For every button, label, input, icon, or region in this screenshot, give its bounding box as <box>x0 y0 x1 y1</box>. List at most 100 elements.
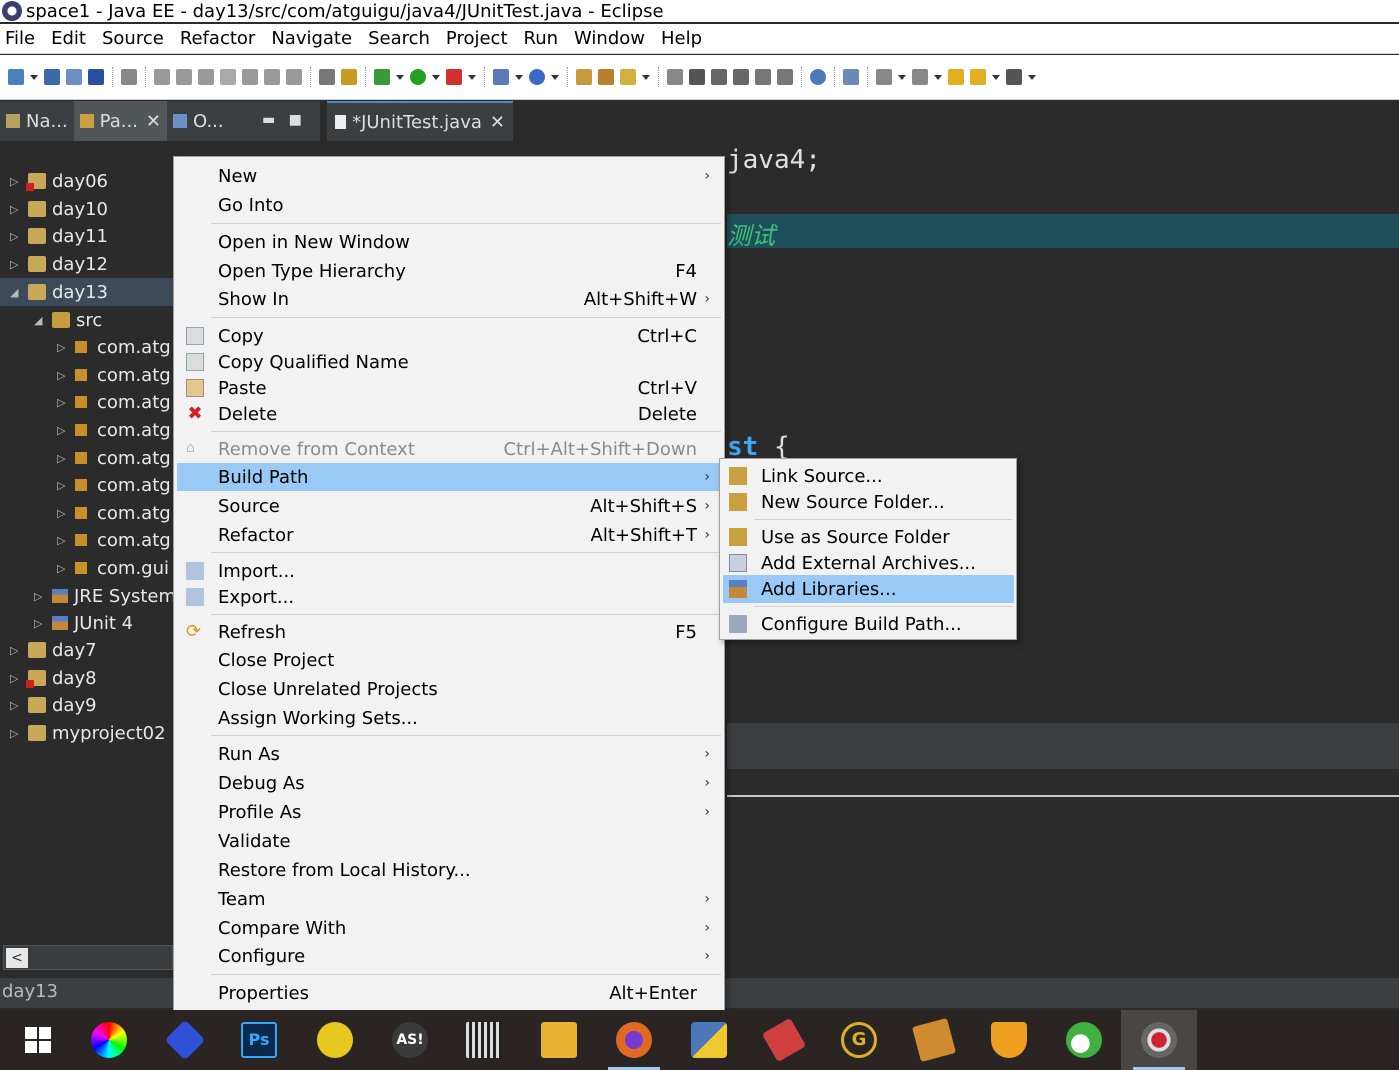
terminate-icon[interactable] <box>198 69 214 85</box>
expand-arrow-icon[interactable]: ▷ <box>57 452 67 465</box>
taskbar-app-g[interactable]: G <box>821 1010 897 1070</box>
tree-item-myproject02[interactable]: ▷ myproject02 <box>10 720 166 746</box>
menu-item-source[interactable]: Source Alt+Shift+S › <box>177 492 721 520</box>
taskbar-app-yellow-leaf[interactable] <box>297 1010 373 1070</box>
previous-annotation-icon[interactable] <box>912 69 928 85</box>
collapse-arrow-icon[interactable]: ◢ <box>10 286 20 299</box>
debug-icon[interactable] <box>374 69 390 85</box>
menu-item-compare-with[interactable]: Compare With › <box>177 914 721 942</box>
drop-frame-icon[interactable] <box>341 69 357 85</box>
taskbar-app-blue-cube[interactable] <box>147 1010 223 1070</box>
editor-tab-junittest[interactable]: *JUnitTest.java ✕ <box>327 101 513 141</box>
annotation-icon[interactable] <box>667 69 683 85</box>
expand-arrow-icon[interactable]: ▷ <box>34 590 44 603</box>
tab-navigator[interactable]: Na... <box>0 101 74 141</box>
menu-item-configure-build-path[interactable]: Configure Build Path... <box>723 610 1014 638</box>
tree-item-package[interactable]: ▷ com.atg <box>57 527 171 553</box>
expand-arrow-icon[interactable]: ▷ <box>10 258 20 271</box>
menu-item-refresh[interactable]: ⟳ Refresh F5 <box>177 618 721 646</box>
open-task-icon[interactable] <box>598 69 614 85</box>
new-server-dropdown-icon[interactable] <box>515 74 523 80</box>
menu-file[interactable]: File <box>5 28 43 49</box>
tree-item-day9[interactable]: ▷ day9 <box>10 692 97 718</box>
expand-arrow-icon[interactable]: ▷ <box>57 507 67 520</box>
taskbar-app-eraser[interactable] <box>746 1010 822 1070</box>
menu-refactor[interactable]: Refactor <box>180 28 264 49</box>
menu-item-debug-as[interactable]: Debug As › <box>177 769 721 797</box>
menu-item-add-external-archives[interactable]: Add External Archives... <box>723 549 1014 577</box>
expand-arrow-icon[interactable]: ▷ <box>34 617 44 630</box>
new-dropdown-icon[interactable] <box>30 74 38 80</box>
run-icon[interactable] <box>410 69 426 85</box>
tab-outline[interactable]: O... <box>167 101 230 141</box>
menu-item-add-libraries[interactable]: Add Libraries... <box>723 575 1014 603</box>
menu-run[interactable]: Run <box>524 28 567 49</box>
menu-item-new-source-folder[interactable]: New Source Folder... <box>723 488 1014 516</box>
menu-item-new[interactable]: New › <box>177 162 721 190</box>
expand-arrow-icon[interactable]: ▷ <box>10 175 20 188</box>
tree-item-day06[interactable]: ▷ day06 <box>10 168 108 194</box>
menu-item-go-into[interactable]: Go Into <box>177 191 721 219</box>
code-line-package[interactable]: java4; <box>727 145 821 175</box>
tree-item-day11[interactable]: ▷ day11 <box>10 223 108 249</box>
expand-arrow-icon[interactable]: ▷ <box>10 672 20 685</box>
menu-item-validate[interactable]: Validate <box>177 827 721 855</box>
console-icon[interactable] <box>88 69 104 85</box>
next-annotation-dropdown-icon[interactable] <box>898 74 906 80</box>
debug-dropdown-icon[interactable] <box>396 74 404 80</box>
tree-item-package[interactable]: ▷ com.gui <box>57 555 169 581</box>
tree-item-package[interactable]: ▷ com.atg <box>57 445 171 471</box>
expand-arrow-icon[interactable]: ▷ <box>10 203 20 216</box>
menu-item-import[interactable]: Import... <box>177 557 721 585</box>
back-dropdown-icon[interactable] <box>992 74 1000 80</box>
expand-arrow-icon[interactable]: ▷ <box>57 424 67 437</box>
menu-item-assign-working-sets[interactable]: Assign Working Sets... <box>177 704 721 732</box>
word-wrap-icon[interactable] <box>777 69 793 85</box>
use-step-filters-icon[interactable] <box>319 69 335 85</box>
tree-item-day7[interactable]: ▷ day7 <box>10 637 97 663</box>
expand-arrow-icon[interactable]: ▷ <box>57 341 67 354</box>
taskbar-app-photoshop[interactable]: Ps <box>221 1010 297 1070</box>
tree-item-package[interactable]: ▷ com.atg <box>57 389 171 415</box>
start-button[interactable] <box>0 1010 76 1070</box>
external-tools-icon[interactable] <box>446 69 462 85</box>
menu-item-link-source[interactable]: Link Source... <box>723 462 1014 490</box>
show-whitespace-icon[interactable] <box>733 69 749 85</box>
perspective-icon[interactable] <box>843 69 859 85</box>
external-tools-dropdown-icon[interactable] <box>468 74 476 80</box>
tree-item-junit4[interactable]: ▷ JUnit 4 <box>34 610 133 636</box>
taskbar-app-eclipse-javaee[interactable] <box>1121 1010 1197 1070</box>
back-arrow-icon[interactable] <box>970 69 986 85</box>
scroll-left-icon[interactable]: < <box>6 948 28 968</box>
expand-arrow-icon[interactable]: ▷ <box>57 534 67 547</box>
menu-item-copy[interactable]: Copy Ctrl+C <box>177 322 721 350</box>
menu-item-export[interactable]: Export... <box>177 583 721 611</box>
block-selection-icon[interactable] <box>755 69 771 85</box>
expand-arrow-icon[interactable]: ▷ <box>10 699 20 712</box>
code-comment[interactable]: 测试 <box>727 216 775 251</box>
new-java-class-icon[interactable] <box>529 69 545 85</box>
toggle-mark-icon[interactable] <box>711 69 727 85</box>
close-icon[interactable]: ✕ <box>490 112 505 133</box>
save-icon[interactable] <box>44 69 60 85</box>
forward-arrow-icon[interactable] <box>1006 69 1022 85</box>
menu-item-open-type-hierarchy[interactable]: Open Type Hierarchy F4 <box>177 257 721 285</box>
menu-item-paste[interactable]: Paste Ctrl+V <box>177 374 721 402</box>
menu-source[interactable]: Source <box>102 28 172 49</box>
next-annotation-icon[interactable] <box>876 69 892 85</box>
expand-arrow-icon[interactable]: ▷ <box>57 479 67 492</box>
menu-item-use-as-source-folder[interactable]: Use as Source Folder <box>723 523 1014 551</box>
suspend-icon[interactable] <box>176 69 192 85</box>
maximize-icon[interactable]: ■ <box>289 112 302 128</box>
forward-dropdown-icon[interactable] <box>1028 74 1036 80</box>
pen-icon[interactable] <box>689 69 705 85</box>
menu-item-copy-qualified-name[interactable]: Copy Qualified Name <box>177 348 721 376</box>
taskbar-app-book[interactable] <box>896 1010 972 1070</box>
open-type-icon[interactable] <box>576 69 592 85</box>
menu-item-run-as[interactable]: Run As › <box>177 740 721 768</box>
save-all-icon[interactable] <box>66 69 82 85</box>
taskbar-app-firefox[interactable] <box>596 1010 672 1070</box>
close-icon[interactable]: ✕ <box>146 111 161 132</box>
tree-item-day10[interactable]: ▷ day10 <box>10 196 108 222</box>
tree-item-src[interactable]: ◢ src <box>34 307 102 333</box>
